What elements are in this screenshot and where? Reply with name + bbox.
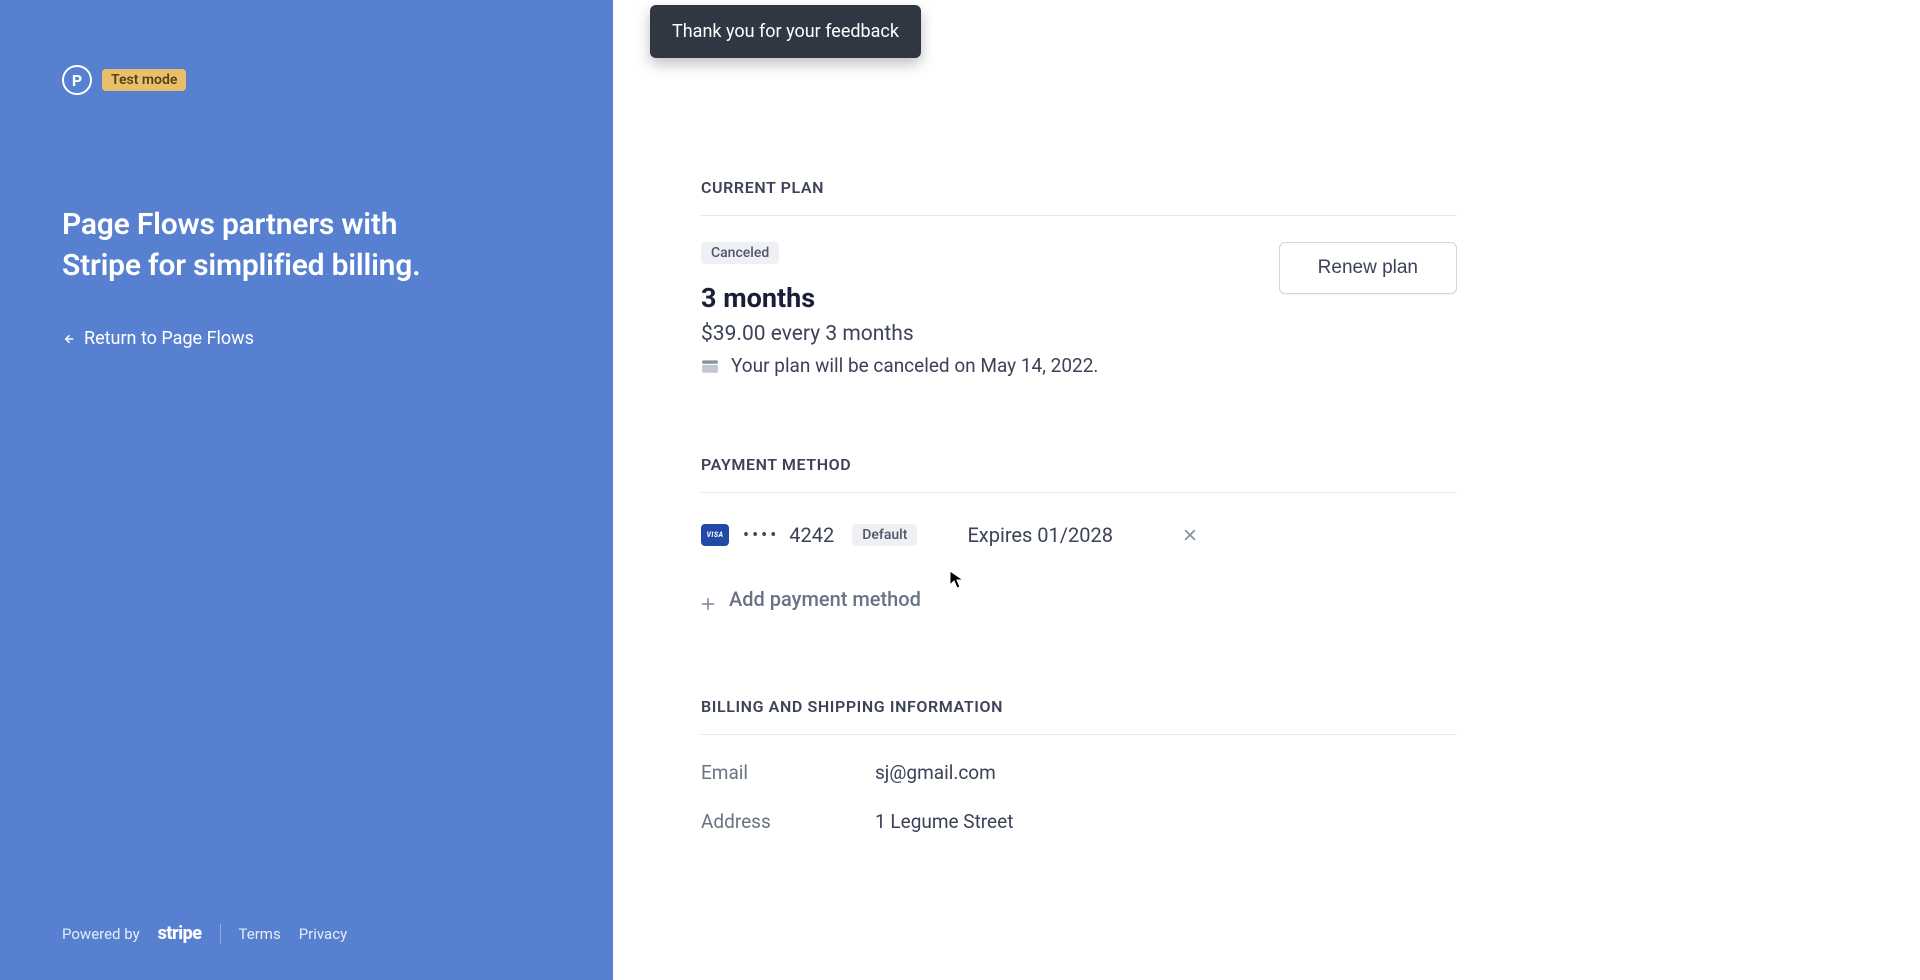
plan-cancel-notice: Your plan will be canceled on May 14, 20…: [701, 354, 1098, 377]
feedback-toast: Thank you for your feedback: [650, 5, 921, 58]
return-link-label: Return to Page Flows: [84, 328, 254, 349]
current-plan-title: CURRENT PLAN: [701, 178, 1457, 197]
plan-name: 3 months: [701, 282, 1098, 314]
footer-divider: [220, 924, 221, 944]
stripe-logo: stripe: [158, 923, 202, 944]
arrow-left-icon: [62, 333, 74, 345]
plan-status-badge: Canceled: [701, 242, 779, 264]
headline: Page Flows partners with Stripe for simp…: [62, 205, 551, 286]
right-panel: CURRENT PLAN Canceled 3 months $39.00 ev…: [613, 0, 1920, 980]
powered-by-label: Powered by: [62, 925, 140, 943]
plan-price: $39.00 every 3 months: [701, 322, 1098, 346]
card-expires: Expires 01/2028: [967, 523, 1113, 547]
test-mode-badge: Test mode: [102, 69, 186, 91]
billing-address-row: Address 1 Legume Street: [701, 810, 1457, 833]
add-payment-method-button[interactable]: Add payment method: [701, 587, 921, 611]
plan-cancel-text: Your plan will be canceled on May 14, 20…: [731, 354, 1098, 377]
billing-email-value: sj@gmail.com: [875, 761, 996, 784]
left-footer: Powered by stripe Terms Privacy: [62, 923, 347, 944]
renew-plan-button[interactable]: Renew plan: [1279, 242, 1457, 294]
terms-link[interactable]: Terms: [239, 925, 281, 943]
billing-title: BILLING AND SHIPPING INFORMATION: [701, 697, 1457, 716]
add-payment-method-label: Add payment method: [729, 587, 921, 611]
plan-row: Canceled 3 months $39.00 every 3 months …: [701, 242, 1457, 377]
plus-icon: [701, 592, 715, 606]
divider: [701, 215, 1457, 216]
headline-line-1: Page Flows partners with: [62, 205, 551, 246]
default-badge: Default: [852, 524, 917, 546]
payment-method-row: VISA •••• 4242 Default Expires 01/2028: [701, 523, 1457, 547]
visa-icon: VISA: [701, 524, 729, 546]
calendar-icon: [701, 357, 719, 375]
remove-card-button[interactable]: [1183, 528, 1197, 542]
divider: [701, 492, 1457, 493]
billing-section: BILLING AND SHIPPING INFORMATION Email s…: [701, 697, 1457, 833]
current-plan-section: CURRENT PLAN Canceled 3 months $39.00 ev…: [701, 178, 1457, 377]
plan-info: Canceled 3 months $39.00 every 3 months …: [701, 242, 1098, 377]
left-panel: P Test mode Page Flows partners with Str…: [0, 0, 613, 980]
brand-logo: P: [62, 65, 92, 95]
headline-line-2: Stripe for simplified billing.: [62, 246, 551, 287]
billing-email-row: Email sj@gmail.com: [701, 761, 1457, 784]
billing-address-value: 1 Legume Street: [875, 810, 1013, 833]
payment-method-section: PAYMENT METHOD VISA •••• 4242 Default Ex…: [701, 455, 1457, 615]
app-root: P Test mode Page Flows partners with Str…: [0, 0, 1920, 980]
billing-address-label: Address: [701, 810, 875, 833]
return-link[interactable]: Return to Page Flows: [62, 328, 254, 349]
payment-method-title: PAYMENT METHOD: [701, 455, 1457, 474]
billing-email-label: Email: [701, 761, 875, 784]
card-last4: 4242: [789, 523, 834, 547]
brand-row: P Test mode: [62, 65, 551, 95]
card-masked-dots: ••••: [743, 525, 779, 546]
privacy-link[interactable]: Privacy: [299, 925, 347, 943]
divider: [701, 734, 1457, 735]
